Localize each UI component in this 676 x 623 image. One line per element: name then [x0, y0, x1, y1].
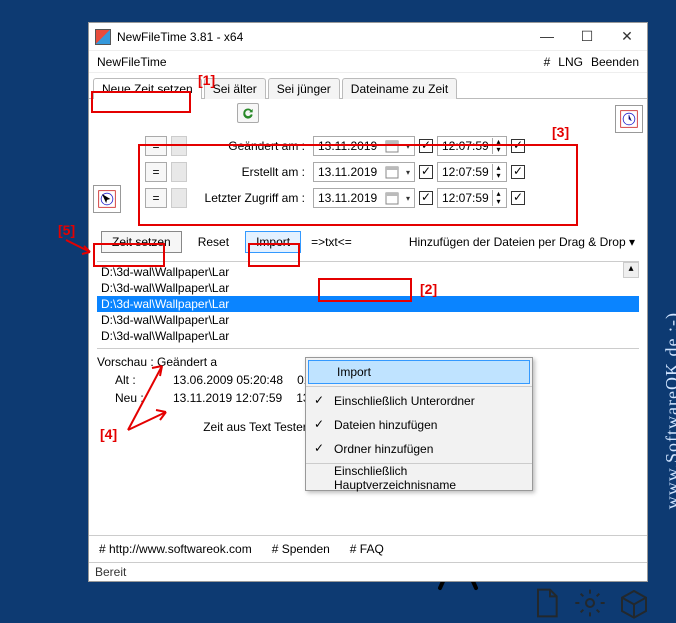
checkbox-date-modified[interactable] [419, 139, 433, 153]
chevron-down-icon: ▾ [406, 142, 410, 151]
clock-icon [619, 109, 639, 129]
equalize-button[interactable]: = [145, 188, 167, 208]
set-time-button[interactable]: Zeit setzen [101, 231, 182, 253]
check-icon: ✓ [314, 441, 324, 455]
action-row: Zeit setzen Reset Import =>txt<= Hinzufü… [97, 229, 639, 255]
import-dropdown: Import ✓Einschließlich Unterordner ✓Date… [305, 357, 533, 491]
spacer-cell [171, 162, 187, 182]
list-item[interactable]: D:\3d-wal\Wallpaper\Lar [97, 280, 639, 296]
tab-sei-aelter[interactable]: Sei älter [204, 78, 266, 99]
alt-value: 13.06.2009 05:20:48 [173, 373, 283, 387]
spinner[interactable]: ▴▾ [492, 190, 504, 206]
minimize-button[interactable]: — [527, 23, 567, 51]
neu-label: Neu : [115, 391, 159, 405]
menu-quit[interactable]: Beenden [591, 55, 639, 69]
check-icon: ✓ [314, 417, 324, 431]
scroll-up-icon[interactable]: ▴ [623, 262, 639, 278]
maximize-button[interactable]: ☐ [567, 23, 607, 51]
label-created: Erstellt am : [191, 165, 309, 179]
box-icon [618, 587, 650, 619]
titlebar: NewFileTime 3.81 - x64 — ☐ ✕ [89, 23, 647, 51]
dropdown-incl-mainname[interactable]: Einschließlich Hauptverzeichnisname [306, 466, 532, 490]
tab-neue-zeit[interactable]: Neue Zeit setzen [93, 78, 202, 99]
app-icon [95, 29, 111, 45]
date-input-accessed[interactable]: 13.11.2019 ▾ [313, 188, 415, 208]
time-input-modified[interactable]: 12:07:59 ▴▾ [437, 136, 507, 156]
dropdown-add-files[interactable]: ✓Dateien hinzufügen [306, 413, 532, 437]
equalize-button[interactable]: = [145, 136, 167, 156]
refresh-button[interactable] [237, 103, 259, 123]
footer-url[interactable]: # http://www.softwareok.com [99, 542, 252, 556]
list-item[interactable]: D:\3d-wal\Wallpaper\Lar [97, 296, 639, 312]
footer-donate[interactable]: # Spenden [272, 542, 330, 556]
list-item[interactable]: D:\3d-wal\Wallpaper\Lar [97, 264, 639, 280]
file-list[interactable]: ▴ D:\3d-wal\Wallpaper\Lar D:\3d-wal\Wall… [97, 261, 639, 349]
chevron-down-icon: ▾ [406, 168, 410, 177]
row-created: = Erstellt am : 13.11.2019 ▾ 12:07:59 ▴▾ [145, 159, 639, 185]
page-icon [530, 587, 562, 619]
status-bar: Bereit [89, 562, 647, 581]
drag-drop-label[interactable]: Hinzufügen der Dateien per Drag & Drop ▾ [409, 235, 635, 249]
menu-hash[interactable]: # [544, 55, 551, 69]
check-icon: ✓ [314, 393, 324, 407]
date-grid: = Geändert am : 13.11.2019 ▾ 12:07:59 ▴▾… [145, 133, 639, 211]
reset-button[interactable]: Reset [188, 232, 239, 252]
row-accessed: = Letzter Zugriff am : 13.11.2019 ▾ 12:0… [145, 185, 639, 211]
label-accessed: Letzter Zugriff am : [191, 191, 309, 205]
dropdown-import[interactable]: Import [308, 360, 530, 384]
list-item[interactable]: D:\3d-wal\Wallpaper\Lar [97, 328, 639, 344]
tab-strip: Neue Zeit setzen Sei älter Sei jünger Da… [89, 73, 647, 99]
footer-links: # http://www.softwareok.com # Spenden # … [89, 535, 647, 562]
txt-button[interactable]: =>txt<= [307, 235, 356, 249]
time-input-created[interactable]: 12:07:59 ▴▾ [437, 162, 507, 182]
checkbox-time-modified[interactable] [511, 139, 525, 153]
date-input-created[interactable]: 13.11.2019 ▾ [313, 162, 415, 182]
menu-app[interactable]: NewFileTime [97, 55, 167, 69]
spinner[interactable]: ▴▾ [492, 164, 504, 180]
gear-icon [574, 587, 606, 619]
time-input-accessed[interactable]: 12:07:59 ▴▾ [437, 188, 507, 208]
menubar: NewFileTime # LNG Beenden [89, 51, 647, 73]
row-modified: = Geändert am : 13.11.2019 ▾ 12:07:59 ▴▾ [145, 133, 639, 159]
close-button[interactable]: ✕ [607, 23, 647, 51]
spacer-cell [171, 188, 187, 208]
tab-content: = Geändert am : 13.11.2019 ▾ 12:07:59 ▴▾… [89, 99, 647, 535]
refresh-icon [241, 106, 255, 120]
app-window: NewFileTime 3.81 - x64 — ☐ ✕ NewFileTime… [88, 22, 648, 582]
clock-icon-left[interactable] [93, 185, 121, 213]
calendar-icon [385, 139, 399, 153]
label-modified: Geändert am : [191, 139, 309, 153]
tab-dateiname[interactable]: Dateiname zu Zeit [342, 78, 457, 99]
chevron-down-icon: ▾ [406, 194, 410, 203]
date-input-modified[interactable]: 13.11.2019 ▾ [313, 136, 415, 156]
checkbox-date-created[interactable] [419, 165, 433, 179]
equalize-button[interactable]: = [145, 162, 167, 182]
checkbox-time-accessed[interactable] [511, 191, 525, 205]
clock-cursor-icon [97, 189, 117, 209]
calendar-icon [385, 165, 399, 179]
menu-lng[interactable]: LNG [558, 55, 583, 69]
dropdown-add-folders[interactable]: ✓Ordner hinzufügen [306, 437, 532, 461]
dropdown-incl-subfolders[interactable]: ✓Einschließlich Unterordner [306, 389, 532, 413]
footer-faq[interactable]: # FAQ [350, 542, 384, 556]
neu-value: 13.11.2019 12:07:59 [173, 391, 282, 405]
import-button[interactable]: Import [245, 231, 301, 253]
calendar-icon [385, 191, 399, 205]
spacer-cell [171, 136, 187, 156]
watermark-text: www.SoftwareOK.de :-) [662, 312, 676, 509]
checkbox-time-created[interactable] [511, 165, 525, 179]
text-tester-label: Zeit aus Text Tester [203, 420, 307, 434]
spinner[interactable]: ▴▾ [492, 138, 504, 154]
clock-icon-right[interactable] [615, 105, 643, 133]
list-item[interactable]: D:\3d-wal\Wallpaper\Lar [97, 312, 639, 328]
decorative-bottom-icons [530, 587, 650, 619]
alt-label: Alt : [115, 373, 159, 387]
window-title: NewFileTime 3.81 - x64 [117, 30, 527, 44]
checkbox-date-accessed[interactable] [419, 191, 433, 205]
tab-sei-juenger[interactable]: Sei jünger [268, 78, 340, 99]
